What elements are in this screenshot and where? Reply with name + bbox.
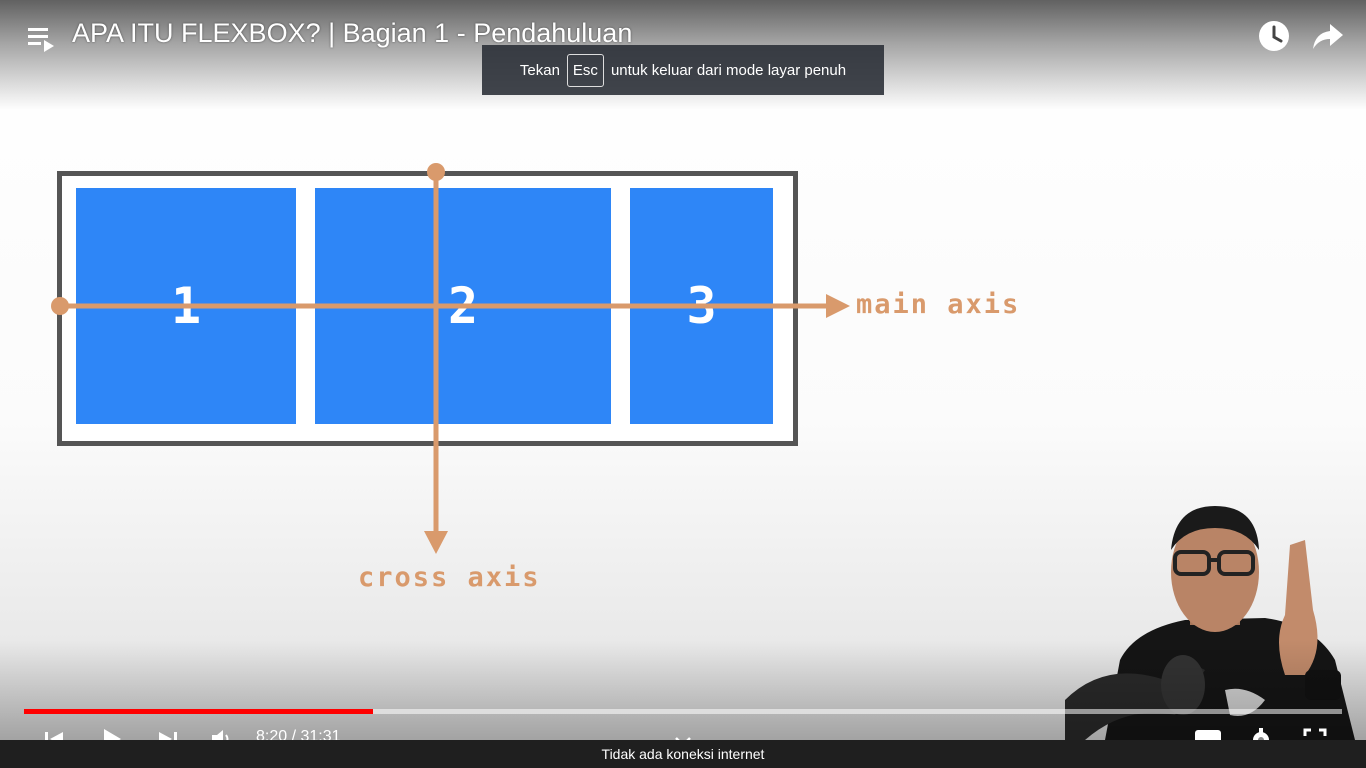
cross-axis-label: cross axis: [358, 562, 541, 593]
share-icon[interactable]: [1310, 18, 1346, 54]
main-axis-start-dot: [51, 297, 69, 315]
main-axis-label: main axis: [856, 289, 1021, 320]
toast-text-after: untuk keluar dari mode layar penuh: [610, 61, 847, 79]
clock-icon[interactable]: [1256, 18, 1292, 54]
progress-played: [24, 709, 373, 714]
offline-status-bar: Tidak ada koneksi internet: [0, 740, 1366, 768]
cross-axis-arrowhead: [424, 531, 448, 554]
offline-message: Tidak ada koneksi internet: [601, 746, 765, 762]
video-player[interactable]: 1 2 3 main axis cross axis APA ITU FLEXB…: [0, 0, 1366, 768]
fullscreen-exit-toast: Tekan Esc untuk keluar dari mode layar p…: [482, 45, 884, 95]
main-axis-arrowhead: [826, 294, 850, 318]
cross-axis-start-dot: [427, 163, 445, 181]
esc-key-badge: Esc: [566, 53, 604, 87]
toast-text-before: Tekan: [519, 61, 560, 79]
playlist-icon[interactable]: [26, 25, 56, 53]
bottom-gradient: [0, 640, 1366, 740]
progress-bar[interactable]: [24, 709, 1342, 714]
